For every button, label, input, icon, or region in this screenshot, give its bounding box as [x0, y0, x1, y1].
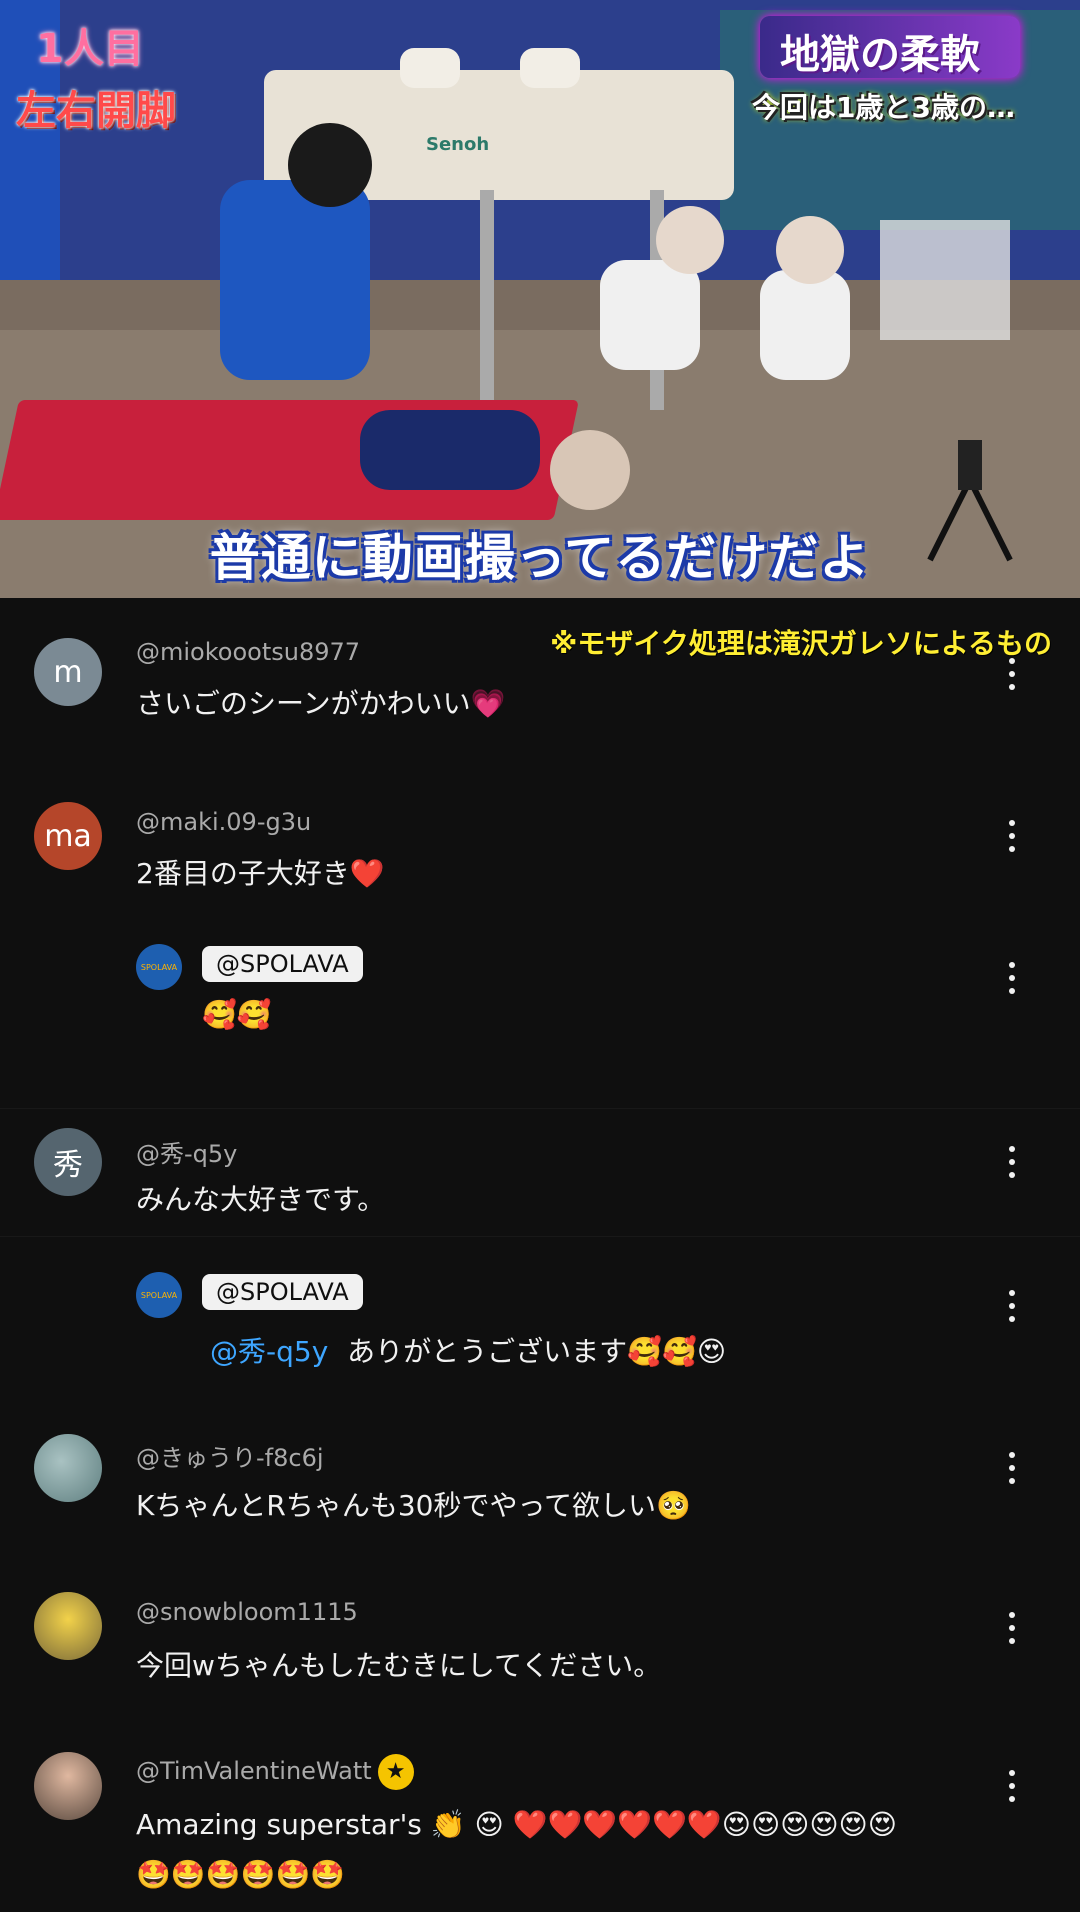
comment-text: みんな大好きです。 — [136, 1183, 386, 1216]
comment-handle[interactable]: @秀-q5y — [136, 1134, 237, 1169]
comment-text: Amazing superstar's 👏 😍 ❤️❤️❤️❤️❤️❤️😍😍😍😍… — [136, 1808, 897, 1841]
avatar[interactable] — [34, 1434, 102, 1502]
verified-star-icon: ★ — [377, 1754, 414, 1790]
avatar[interactable]: 秀 — [34, 1128, 102, 1196]
more-options-icon[interactable] — [1002, 816, 1022, 856]
channel-chip[interactable]: @SPOLAVA — [202, 1274, 363, 1310]
comment-handle-text: @TimValentineWatt — [136, 1757, 372, 1785]
equipment-brand: Senoh — [426, 134, 490, 155]
avatar[interactable] — [34, 1592, 102, 1660]
avatar[interactable]: m — [34, 638, 102, 706]
divider — [0, 1236, 1080, 1237]
comment-handle[interactable]: @TimValentineWatt ★ — [136, 1754, 414, 1790]
overlay-label-1: 1人目 — [36, 26, 144, 72]
comment-handle[interactable]: @maki.09-g3u — [136, 808, 311, 836]
comment-text-continued: 🤩🤩🤩🤩🤩🤩 — [136, 1858, 346, 1891]
comment-text: さいごのシーンがかわいい💗 — [136, 687, 506, 720]
overlay-subtitle: 今回は1歳と3歳の… — [752, 91, 1015, 124]
overlay-title: 地獄の柔軟 — [780, 32, 980, 78]
more-options-icon[interactable] — [1002, 654, 1022, 694]
video-frame[interactable]: 1人目 左右開脚 地獄の柔軟 今回は1歳と3歳の… Senoh 普通に動画撮って… — [0, 0, 1080, 598]
comment-handle[interactable]: @snowbloom1115 — [136, 1598, 358, 1626]
comment-handle[interactable]: @きゅうり-f8c6j — [136, 1438, 324, 1473]
avatar[interactable] — [34, 1752, 102, 1820]
overlay-label-2: 左右開脚 — [16, 88, 176, 134]
reply-text: 🥰🥰 — [202, 998, 272, 1031]
comment-text: 今回wちゃんもしたむきにしてください。 — [136, 1649, 662, 1682]
reply-body: @秀-q5y ありがとうございます🥰🥰😍 — [210, 1330, 726, 1370]
channel-avatar-label: SPOLAVA — [140, 1290, 178, 1300]
avatar[interactable]: ma — [34, 802, 102, 870]
channel-avatar[interactable]: SPOLAVA — [136, 944, 182, 990]
more-options-icon[interactable] — [1002, 958, 1022, 998]
more-options-icon[interactable] — [1002, 1608, 1022, 1648]
video-caption: 普通に動画撮ってるだけだよ — [209, 529, 871, 587]
divider — [0, 1108, 1080, 1109]
mosaic-note: ※モザイク処理は滝沢ガレソによるもの — [550, 627, 1052, 660]
channel-avatar-label: SPOLAVA — [140, 962, 178, 972]
channel-avatar[interactable]: SPOLAVA — [136, 1272, 182, 1318]
more-options-icon[interactable] — [1002, 1142, 1022, 1182]
channel-chip[interactable]: @SPOLAVA — [202, 946, 363, 982]
more-options-icon[interactable] — [1002, 1766, 1022, 1806]
more-options-icon[interactable] — [1002, 1448, 1022, 1488]
reply-text: ありがとうございます🥰🥰😍 — [347, 1335, 727, 1368]
comment-text: KちゃんとRちゃんも30秒でやって欲しい🥺 — [136, 1489, 691, 1522]
more-options-icon[interactable] — [1002, 1286, 1022, 1326]
reply-mention[interactable]: @秀-q5y — [210, 1335, 328, 1368]
comment-text: 2番目の子大好き❤️ — [136, 857, 385, 890]
comment-handle[interactable]: @miokoootsu8977 — [136, 638, 360, 666]
